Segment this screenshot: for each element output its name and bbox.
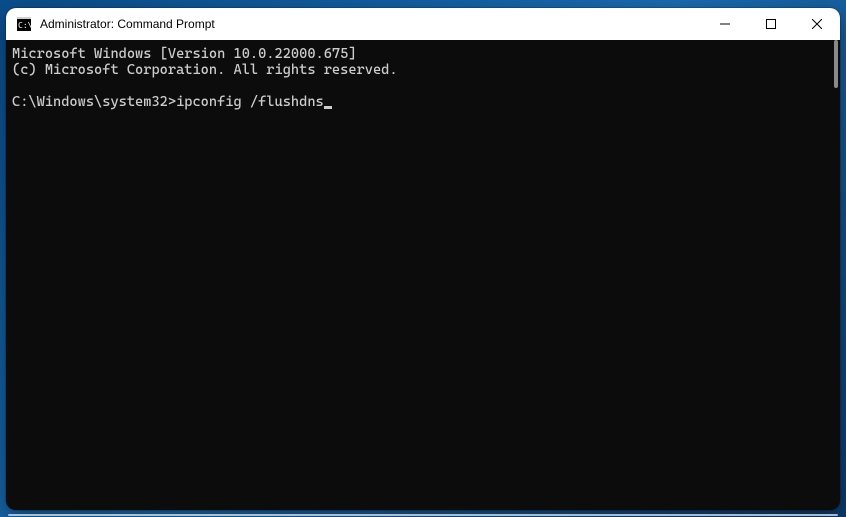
close-icon — [812, 19, 822, 29]
close-button[interactable] — [794, 8, 840, 40]
bottom-edge-highlight — [8, 514, 838, 516]
prompt-line: C:\Windows\system32>ipconfig /flushdns — [12, 94, 840, 110]
maximize-button[interactable] — [748, 8, 794, 40]
window-title: Administrator: Command Prompt — [40, 17, 702, 31]
maximize-icon — [766, 19, 776, 29]
blank-line — [12, 78, 840, 94]
text-cursor — [324, 106, 332, 109]
typed-command: ipconfig /flushdns — [176, 94, 324, 110]
prompt-text: C:\Windows\system32> — [12, 94, 176, 110]
scrollbar-track[interactable] — [824, 40, 840, 510]
scrollbar-thumb[interactable] — [834, 40, 838, 88]
svg-text:C:\: C:\ — [18, 21, 32, 30]
titlebar[interactable]: C:\ Administrator: Command Prompt — [6, 8, 840, 40]
banner-copyright-line: (c) Microsoft Corporation. All rights re… — [12, 62, 840, 78]
command-prompt-window: C:\ Administrator: Command Prompt — [6, 8, 840, 510]
window-controls — [702, 8, 840, 40]
minimize-button[interactable] — [702, 8, 748, 40]
minimize-icon — [720, 19, 730, 29]
terminal-area[interactable]: Microsoft Windows [Version 10.0.22000.67… — [6, 40, 840, 510]
banner-version-line: Microsoft Windows [Version 10.0.22000.67… — [12, 46, 840, 62]
cmd-icon: C:\ — [16, 16, 32, 32]
